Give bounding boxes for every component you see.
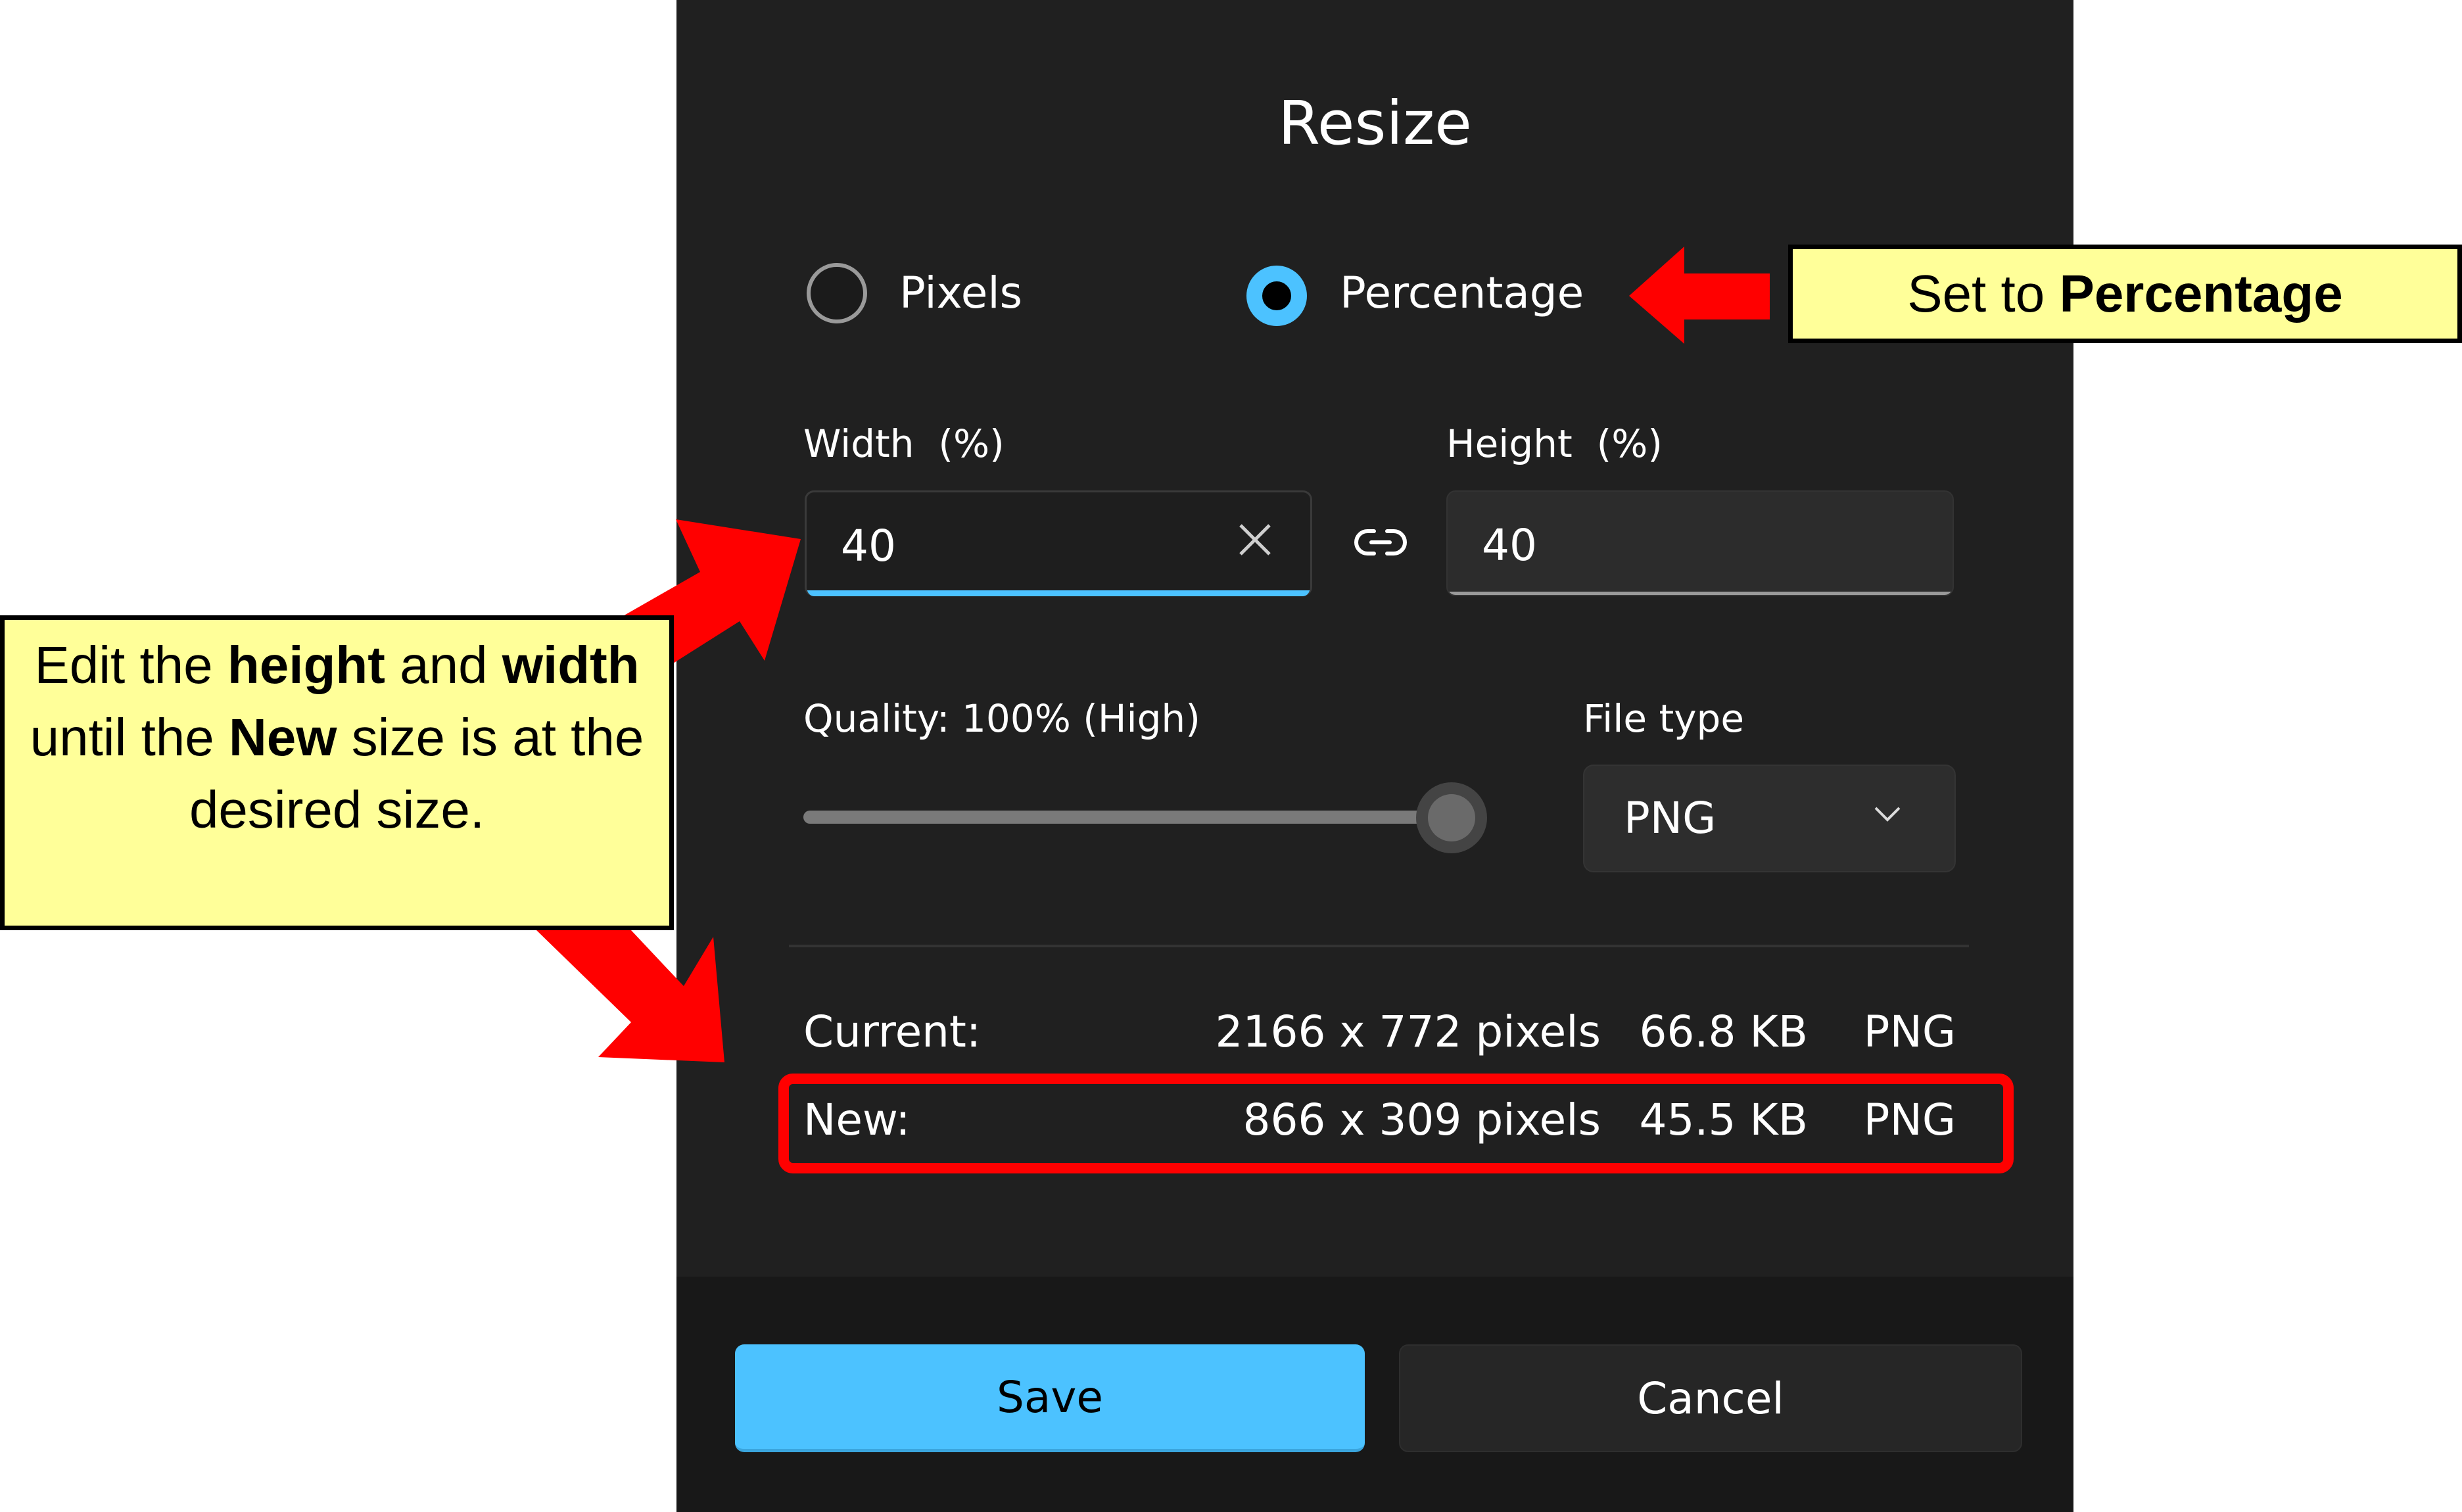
cancel-button[interactable]: Cancel <box>1399 1344 2022 1452</box>
input-underline <box>1448 592 1953 595</box>
focus-underline <box>807 590 1310 596</box>
callout-text: and <box>385 636 502 694</box>
height-label: Height (%) <box>1446 421 1663 466</box>
callout-edit-dimensions: Edit the height and width until the New … <box>0 615 674 930</box>
callout-bold: height <box>227 636 385 694</box>
callout-bold: width <box>502 636 640 694</box>
radio-pixels-circle[interactable] <box>807 263 867 323</box>
radio-percentage-label: Percentage <box>1340 268 1584 318</box>
width-input[interactable]: 40 <box>805 490 1312 596</box>
link-icon[interactable] <box>1354 526 1407 559</box>
radio-percentage[interactable]: Percentage <box>1243 260 1611 326</box>
callout-top-text: Set to <box>1907 264 2060 323</box>
width-label: Width (%) <box>803 421 1005 466</box>
radio-pixels-label: Pixels <box>899 268 1023 318</box>
file-type-value: PNG <box>1624 793 1716 843</box>
radio-percentage-circle[interactable] <box>1246 266 1307 326</box>
dialog-title: Resize <box>1278 88 1472 158</box>
current-size: 66.8 KB <box>1639 1006 1809 1057</box>
file-type-dropdown[interactable]: PNG <box>1583 765 1956 872</box>
clear-icon[interactable] <box>1238 523 1272 557</box>
current-dimensions: 2166 x 772 pixels <box>1215 1006 1601 1057</box>
height-value[interactable]: 40 <box>1482 519 1537 572</box>
quality-label: Quality: 100% (High) <box>803 696 1200 741</box>
radio-pixels[interactable]: Pixels <box>803 260 1093 326</box>
height-input[interactable]: 40 <box>1446 490 1954 596</box>
callout-top-bold: Percentage <box>2059 264 2343 323</box>
current-format: PNG <box>1863 1006 1956 1057</box>
chevron-down-icon <box>1874 807 1901 822</box>
callout-text: Edit the <box>34 636 227 694</box>
highlight-new-row <box>778 1074 2014 1173</box>
current-label: Current: <box>803 1006 982 1057</box>
save-button[interactable]: Save <box>735 1344 1365 1452</box>
width-value[interactable]: 40 <box>841 520 896 573</box>
divider <box>789 945 1969 947</box>
callout-set-percentage: Set to Percentage <box>1788 245 2462 343</box>
file-type-label: File type <box>1583 696 1745 741</box>
quality-slider-thumb-center[interactable] <box>1428 794 1475 841</box>
callout-bold: New <box>229 708 337 767</box>
quality-slider-track[interactable] <box>803 811 1425 824</box>
